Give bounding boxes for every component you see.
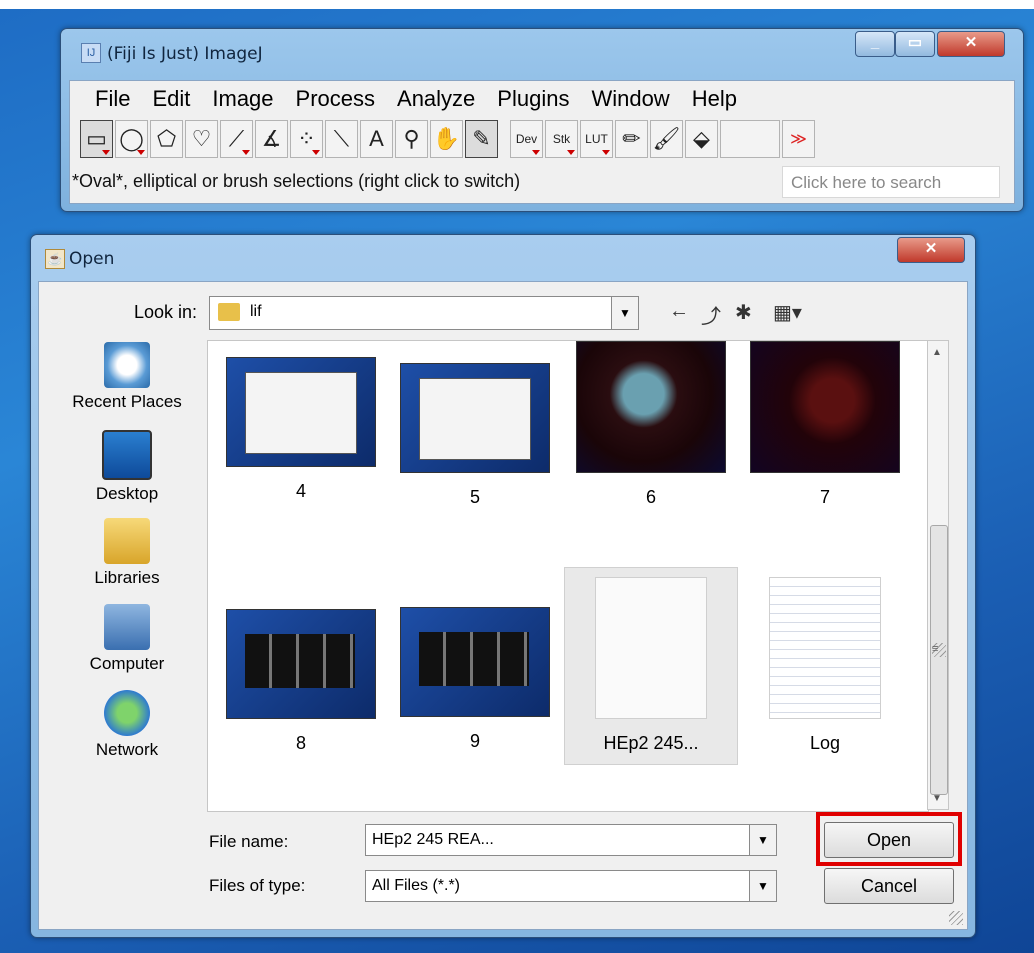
file-item[interactable]: 7 (740, 341, 910, 508)
toolbar: ▭ ◯ ⬠ ♡ ⟋ ∡ ⁘ ⟍ A ⚲ ✋ ✎ Dev Stk LUT ✏ 🖌 … (80, 118, 1010, 162)
file-thumbnail (226, 609, 376, 719)
freehand-tool-icon[interactable]: ♡ (185, 120, 218, 158)
file-thumbnail (400, 363, 550, 473)
file-thumbnail (750, 341, 900, 473)
file-item[interactable]: 8 (216, 609, 386, 754)
file-item[interactable]: 4 (216, 357, 386, 502)
rectangle-tool-icon[interactable]: ▭ (80, 120, 113, 158)
text-tool-icon[interactable]: A (360, 120, 393, 158)
scroll-down-icon[interactable]: ▼ (932, 793, 942, 804)
hand-tool-icon[interactable]: ✋ (430, 120, 463, 158)
angle-tool-icon[interactable]: ∡ (255, 120, 288, 158)
recent-places-icon (104, 342, 150, 388)
file-item[interactable]: 6 (566, 341, 736, 508)
scroll-up-icon[interactable]: ▲ (932, 347, 942, 358)
empty-tool-slot (720, 120, 780, 158)
scroll-grip-icon: ≡ (932, 643, 946, 657)
open-button-highlight (816, 812, 962, 866)
dropper-tool-icon[interactable]: ✎ (465, 120, 498, 158)
place-desktop[interactable]: Desktop (47, 430, 207, 504)
files-of-type-select[interactable]: All Files (*.*) ▼ (365, 870, 777, 902)
back-icon[interactable]: ← (669, 300, 689, 323)
more-tools-icon[interactable]: ≫ (782, 120, 815, 158)
file-name-input[interactable]: HEp2 245 REA... ▼ (365, 824, 777, 856)
vertical-scrollbar[interactable]: ▲ ≡ ▼ (927, 340, 949, 810)
menu-image[interactable]: Image (201, 84, 284, 114)
minimize-button[interactable]: _ (855, 31, 895, 57)
file-item[interactable]: Log (740, 577, 910, 754)
menu-plugins[interactable]: Plugins (486, 84, 580, 114)
text-document-icon (769, 577, 881, 719)
open-dialog: ☕ Open ✕ Look in: lif ▼ ← ⤴ ✱ ▦▾ Recent … (30, 234, 976, 938)
desktop-icon (102, 430, 152, 480)
network-icon (104, 690, 150, 736)
computer-icon (104, 604, 150, 650)
look-in-label: Look in: (134, 302, 198, 322)
files-of-type-label: Files of type: (209, 876, 306, 895)
lut-tool-icon[interactable]: LUT (580, 120, 613, 158)
magnifier-tool-icon[interactable]: ⚲ (395, 120, 428, 158)
menu-file[interactable]: File (84, 84, 141, 114)
file-thumbnail (576, 341, 726, 473)
place-network[interactable]: Network (47, 690, 207, 760)
menu-process[interactable]: Process (285, 84, 386, 114)
file-item[interactable]: 5 (390, 363, 560, 508)
file-name-label: File name: (209, 832, 289, 851)
search-field[interactable]: Click here to search (782, 166, 1000, 198)
chevron-down-icon[interactable]: ▼ (749, 825, 776, 855)
imagej-window: IJ (Fiji Is Just) ImageJ _ ▭ ✕ File Edit… (60, 28, 1024, 212)
file-thumbnail (226, 357, 376, 467)
flood-fill-tool-icon[interactable]: ⬙ (685, 120, 718, 158)
dev-tool-icon[interactable]: Dev (510, 120, 543, 158)
point-tool-icon[interactable]: ⁘ (290, 120, 323, 158)
place-computer[interactable]: Computer (47, 604, 207, 674)
pencil-tool-icon[interactable]: ✏ (615, 120, 648, 158)
menu-edit[interactable]: Edit (141, 84, 201, 114)
look-in-value: lif (250, 303, 262, 320)
place-libraries[interactable]: Libraries (47, 518, 207, 588)
line-tool-icon[interactable]: ⟋ (220, 120, 253, 158)
close-button[interactable]: ✕ (937, 31, 1005, 57)
java-icon: ☕ (45, 249, 65, 269)
file-item-selected[interactable]: HEp2 245... (566, 577, 736, 754)
view-menu-icon[interactable]: ▦▾ (773, 300, 802, 325)
menu-analyze[interactable]: Analyze (386, 84, 486, 114)
libraries-icon (104, 518, 150, 564)
file-item[interactable]: 9 (390, 607, 560, 752)
resize-grip-icon[interactable] (949, 911, 963, 925)
new-folder-icon[interactable]: ✱ (735, 300, 752, 325)
file-thumbnail (400, 607, 550, 717)
dialog-body: Look in: lif ▼ ← ⤴ ✱ ▦▾ Recent Places De… (38, 281, 968, 930)
menu-help[interactable]: Help (681, 84, 748, 114)
oval-tool-icon[interactable]: ◯ (115, 120, 148, 158)
document-icon (595, 577, 707, 719)
status-text: *Oval*, elliptical or brush selections (… (72, 171, 521, 191)
cancel-button[interactable]: Cancel (824, 868, 954, 904)
stk-tool-icon[interactable]: Stk (545, 120, 578, 158)
file-list[interactable]: 4 5 6 7 8 9 HEp2 245... Log (207, 340, 929, 812)
brush-tool-icon[interactable]: 🖌 (650, 120, 683, 158)
wand-tool-icon[interactable]: ⟍ (325, 120, 358, 158)
scroll-thumb[interactable] (930, 525, 948, 795)
places-bar: Recent Places Desktop Libraries Computer… (47, 342, 207, 772)
chevron-down-icon[interactable]: ▼ (611, 297, 638, 329)
dialog-title: Open (69, 249, 115, 269)
imagej-body: File Edit Image Process Analyze Plugins … (69, 80, 1015, 204)
imagej-title: (Fiji Is Just) ImageJ (107, 44, 263, 64)
up-folder-icon[interactable]: ⤴ (701, 300, 721, 329)
polygon-tool-icon[interactable]: ⬠ (150, 120, 183, 158)
dialog-close-button[interactable]: ✕ (897, 237, 965, 263)
look-in-combo[interactable]: lif ▼ (209, 296, 639, 330)
menubar: File Edit Image Process Analyze Plugins … (84, 84, 748, 114)
top-band (0, 0, 1034, 9)
place-recent[interactable]: Recent Places (47, 342, 207, 412)
chevron-down-icon[interactable]: ▼ (749, 871, 776, 901)
imagej-logo-icon: IJ (81, 43, 101, 63)
maximize-button[interactable]: ▭ (895, 31, 935, 57)
folder-icon (218, 303, 240, 321)
menu-window[interactable]: Window (580, 84, 680, 114)
